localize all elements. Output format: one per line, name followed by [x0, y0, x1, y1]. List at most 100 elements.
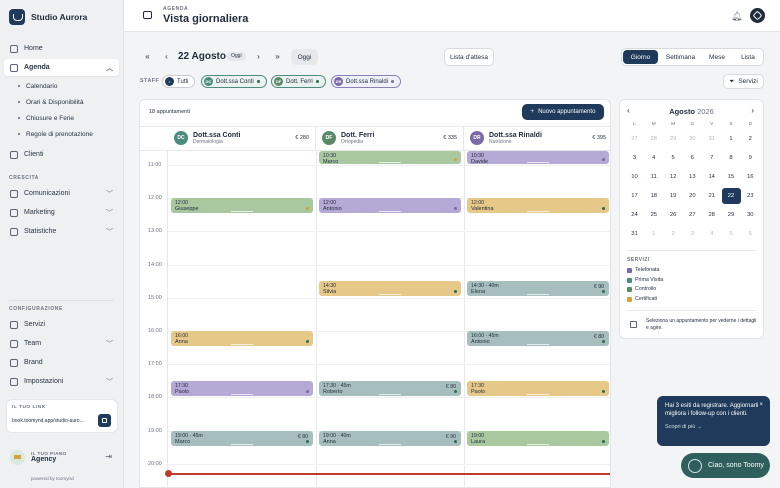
- mini-day[interactable]: 7: [702, 150, 721, 166]
- mini-day[interactable]: 31: [702, 131, 721, 147]
- resize-handle[interactable]: [379, 162, 401, 163]
- mini-day[interactable]: 30: [683, 131, 702, 147]
- mini-day[interactable]: 6: [683, 150, 702, 166]
- appointment-card[interactable]: 14:30 · 40m Elena € 90: [467, 281, 609, 297]
- mini-day[interactable]: 2: [664, 226, 683, 242]
- resize-handle[interactable]: [527, 162, 549, 163]
- sidebar-toggle-icon[interactable]: [143, 11, 152, 19]
- resize-handle[interactable]: [379, 294, 401, 296]
- toomy-assistant-button[interactable]: Ciao, sono Toomy: [681, 453, 770, 478]
- logout-icon[interactable]: ⇥: [105, 452, 112, 461]
- new-appointment-button[interactable]: + Nuovo appuntamento: [522, 104, 604, 120]
- mini-day[interactable]: 18: [644, 188, 663, 204]
- appointment-card[interactable]: 16:00 · 45m Antonio € 80: [467, 331, 609, 346]
- mini-day[interactable]: 12: [664, 169, 683, 185]
- resize-handle[interactable]: [379, 211, 401, 213]
- appointment-card[interactable]: 19:00 · 40m Anna € 90: [319, 430, 461, 446]
- staff-filter-conti[interactable]: DC Dott.ssa Conti: [201, 75, 267, 88]
- mini-day[interactable]: 29: [722, 207, 741, 223]
- resize-handle[interactable]: [527, 211, 549, 213]
- nav-sub-calendario[interactable]: Calendario: [4, 78, 119, 94]
- nav-servizi[interactable]: Servizi: [4, 316, 119, 333]
- nav-sub-regole[interactable]: Regole di prenotazione: [4, 126, 119, 142]
- mini-day[interactable]: 3: [683, 226, 702, 242]
- appointment-card[interactable]: 16:00 Anna: [171, 331, 313, 346]
- resize-handle[interactable]: [527, 393, 549, 395]
- mini-day[interactable]: 10: [625, 169, 644, 185]
- nav-brand[interactable]: Brand: [4, 354, 119, 371]
- nav-agenda[interactable]: Agenda ︿: [4, 59, 119, 76]
- nav-marketing[interactable]: Marketing ﹀: [4, 204, 119, 221]
- mini-day[interactable]: 31: [625, 226, 644, 242]
- next-day-button[interactable]: ›: [252, 50, 265, 63]
- mini-day[interactable]: 1: [722, 131, 741, 147]
- services-filter-button[interactable]: ⏷ Servizi: [723, 74, 764, 89]
- staff-filter-rinaldi[interactable]: DR Dott.ssa Rinaldi: [331, 75, 402, 88]
- mini-day[interactable]: 5: [664, 150, 683, 166]
- view-lista[interactable]: Lista: [733, 50, 763, 64]
- link-url[interactable]: book.toomynd.app/studio-auro...: [12, 418, 84, 424]
- nav-team[interactable]: Team ﹀: [4, 335, 119, 352]
- mini-day[interactable]: 6: [741, 226, 760, 242]
- mini-day[interactable]: 2: [741, 131, 760, 147]
- copy-link-button[interactable]: [98, 414, 111, 427]
- appointment-card[interactable]: 10:30 Davide: [467, 151, 609, 164]
- staff-filter-ferri[interactable]: DF Dott. Ferri: [271, 75, 326, 88]
- appointment-card[interactable]: 12:00 Valentina: [467, 198, 609, 214]
- mini-day[interactable]: 17: [625, 188, 644, 204]
- mini-day[interactable]: 28: [644, 131, 663, 147]
- resize-handle[interactable]: [527, 294, 549, 296]
- nav-comunicazioni[interactable]: Comunicazioni ﹀: [4, 185, 119, 202]
- mini-day[interactable]: 23: [741, 188, 760, 204]
- appointment-card[interactable]: 12:00 Giuseppe: [171, 198, 313, 214]
- brand[interactable]: Studio Aurora: [9, 9, 87, 25]
- avatar[interactable]: [750, 8, 765, 23]
- resize-handle[interactable]: [527, 344, 549, 345]
- appointment-card[interactable]: 19:00 · 45m Marco € 80: [171, 430, 313, 446]
- nav-sub-chiusure[interactable]: Chiusure e Ferie: [4, 110, 119, 126]
- mini-day[interactable]: 27: [683, 207, 702, 223]
- view-mese[interactable]: Mese: [702, 50, 732, 64]
- mini-day[interactable]: 21: [702, 188, 721, 204]
- mini-day[interactable]: 16: [741, 169, 760, 185]
- mini-day[interactable]: 28: [702, 207, 721, 223]
- resize-handle[interactable]: [231, 393, 253, 395]
- mini-day[interactable]: 20: [683, 188, 702, 204]
- mini-day[interactable]: 13: [683, 169, 702, 185]
- nav-sub-orari[interactable]: Orari & Disponibilità: [4, 94, 119, 110]
- appointment-card[interactable]: 10:30 Marco: [319, 151, 461, 164]
- mini-day[interactable]: 15: [722, 169, 741, 185]
- appointment-card[interactable]: 19:00 Laura: [467, 430, 609, 446]
- appointment-card[interactable]: 17:30 Paolo: [171, 380, 313, 396]
- mini-day[interactable]: 1: [644, 226, 663, 242]
- mini-day[interactable]: 4: [702, 226, 721, 242]
- mini-day[interactable]: 3: [625, 150, 644, 166]
- mini-day[interactable]: 27: [625, 131, 644, 147]
- appointment-card[interactable]: 14:30 Silvia: [319, 281, 461, 297]
- mini-day[interactable]: 5: [722, 226, 741, 242]
- view-settimana[interactable]: Settimana: [662, 50, 699, 64]
- mini-day[interactable]: 14: [702, 169, 721, 185]
- bell-icon[interactable]: 🔔︎: [731, 11, 742, 22]
- appointment-card[interactable]: 17:30 Paolo: [467, 380, 609, 396]
- close-icon[interactable]: ×: [759, 401, 763, 409]
- mini-next-button[interactable]: ›: [751, 106, 754, 115]
- today-button[interactable]: Oggi: [291, 49, 318, 65]
- nav-statistiche[interactable]: Statistiche ﹀: [4, 223, 119, 240]
- nav-clienti[interactable]: Clienti: [4, 146, 119, 163]
- resize-handle[interactable]: [231, 443, 253, 445]
- appointment-card[interactable]: 12:00 Antonio: [319, 198, 461, 214]
- mini-day[interactable]: 29: [664, 131, 683, 147]
- mini-day[interactable]: 9: [741, 150, 760, 166]
- mini-day[interactable]: 8: [722, 150, 741, 166]
- resize-handle[interactable]: [231, 344, 253, 345]
- resize-handle[interactable]: [379, 393, 401, 395]
- waitlist-button[interactable]: Lista d'attesa: [444, 48, 494, 66]
- mini-day[interactable]: 4: [644, 150, 663, 166]
- appointment-card[interactable]: 17:30 · 45m Roberto € 80: [319, 380, 461, 396]
- nav-impostazioni[interactable]: Impostazioni ﹀: [4, 373, 119, 390]
- view-giorno[interactable]: Giorno: [623, 50, 658, 64]
- mini-day[interactable]: 19: [664, 188, 683, 204]
- mini-day[interactable]: 30: [741, 207, 760, 223]
- mini-day[interactable]: 26: [664, 207, 683, 223]
